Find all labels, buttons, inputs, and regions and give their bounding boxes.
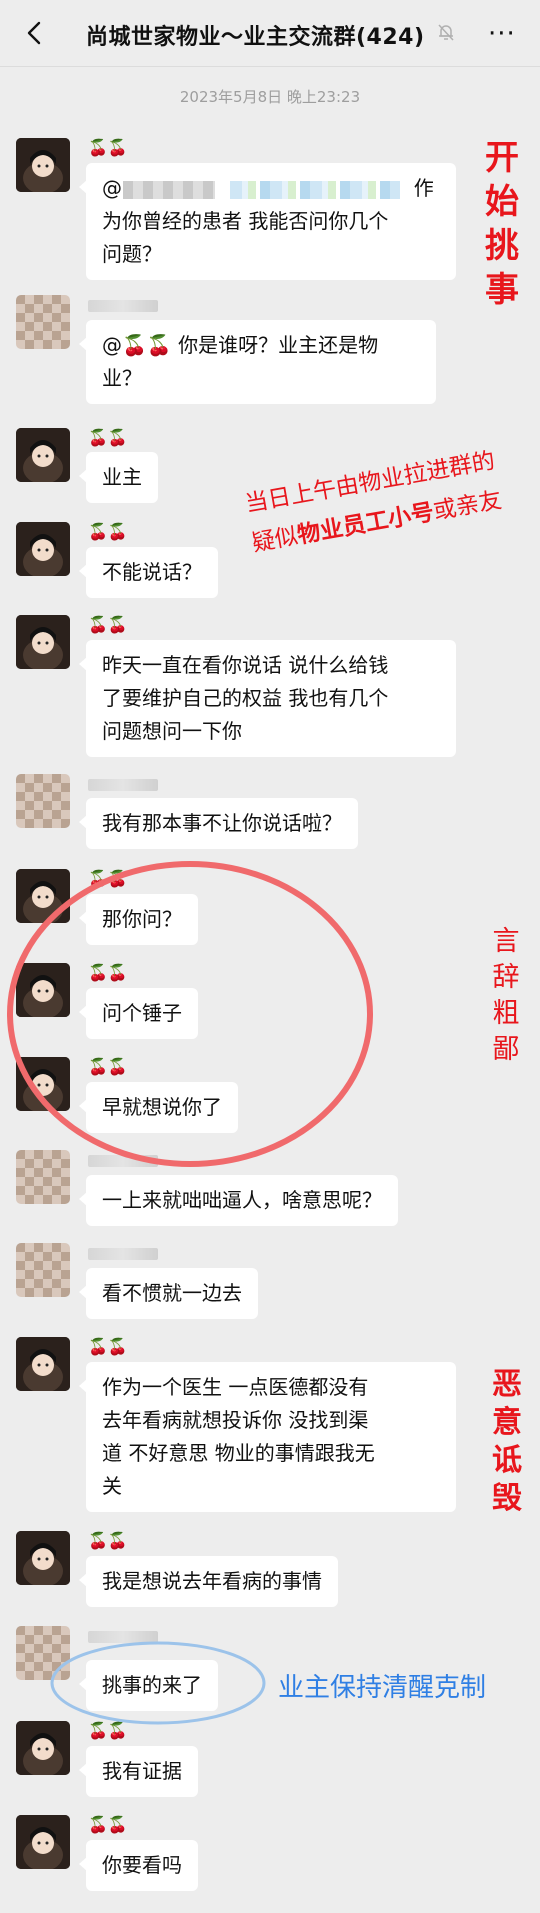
message-bubble[interactable]: 我是想说去年看病的事情 [79, 1556, 338, 1607]
avatar[interactable] [16, 1243, 70, 1297]
avatar[interactable] [16, 1057, 70, 1111]
annotation-start-trouble: 开 始 挑 事 [485, 138, 519, 310]
message-bubble[interactable]: 作为一个医生 一点医德都没有 去年看病就想投诉你 没找到渠 道 不好意思 物业的… [79, 1362, 456, 1512]
annotation-calm: 业主保持清醒克制 [278, 1673, 487, 1703]
girl-avatar-icon [16, 1337, 70, 1391]
message-bubble[interactable]: 看不惯就一边去 [79, 1268, 258, 1319]
sender-nickname: 🍒🍒 [88, 869, 128, 888]
sender-nickname [88, 300, 158, 312]
more-options-icon[interactable]: ··· [488, 21, 516, 47]
girl-avatar-icon [16, 428, 70, 482]
message-bubble[interactable]: @🍒🍒 你是谁呀？业主还是物 业？ [79, 320, 436, 404]
avatar[interactable] [16, 1815, 70, 1869]
avatar[interactable] [16, 522, 70, 576]
message-bubble[interactable]: 你要看吗 [79, 1840, 198, 1891]
sender-nickname [88, 779, 158, 791]
sender-nickname: 🍒🍒 [88, 522, 128, 541]
sender-nickname [88, 1155, 158, 1167]
chevron-left-icon[interactable] [22, 20, 48, 46]
message-bubble[interactable]: 昨天一直在看你说话 说什么给钱 了要维护自己的权益 我也有几个 问题想问一下你 [79, 640, 456, 757]
girl-avatar-icon [16, 1815, 70, 1869]
sender-nickname: 🍒🍒 [88, 1815, 128, 1834]
sender-nickname: 🍒🍒 [88, 1337, 128, 1356]
sender-nickname: 🍒🍒 [88, 1057, 128, 1076]
avatar[interactable] [16, 1721, 70, 1775]
girl-avatar-icon [16, 138, 70, 192]
sender-nickname: 🍒🍒 [88, 138, 128, 157]
avatar[interactable] [16, 1626, 70, 1680]
message-bubble[interactable]: 挑事的来了 [79, 1660, 218, 1711]
avatar[interactable] [16, 1337, 70, 1391]
message-bubble[interactable]: @ 作 为你曾经的患者 我能否问你几个 问题？ [79, 163, 456, 280]
avatar[interactable] [16, 963, 70, 1017]
annotation-slander: 恶 意 诋 毁 [492, 1367, 522, 1516]
avatar[interactable] [16, 869, 70, 923]
sender-nickname: 🍒🍒 [88, 963, 128, 982]
message-timestamp: 2023年5月8日 晚上23:23 [179, 88, 361, 106]
sender-nickname: 🍒🍒 [88, 615, 128, 634]
bell-muted-icon [438, 24, 454, 41]
message-bubble[interactable]: 不能说话？ [79, 547, 218, 598]
avatar[interactable] [16, 1150, 70, 1204]
girl-avatar-icon [16, 963, 70, 1017]
chat-title: 尚城世家物业～业主交流群(424) [86, 25, 425, 50]
sender-nickname: 🍒🍒 [88, 1721, 128, 1740]
sender-nickname [88, 1248, 158, 1260]
girl-avatar-icon [16, 522, 70, 576]
redacted-mention [230, 180, 400, 199]
avatar[interactable] [16, 138, 70, 192]
sender-nickname: 🍒🍒 [88, 1531, 128, 1550]
avatar[interactable] [16, 1531, 70, 1585]
girl-avatar-icon [16, 615, 70, 669]
message-bubble[interactable]: 我有证据 [79, 1746, 198, 1797]
girl-avatar-icon [16, 869, 70, 923]
redacted-mention [123, 180, 215, 199]
annotation-crude: 言 辞 粗 鄙 [492, 926, 520, 1065]
message-bubble[interactable]: 我有那本事不让你说话啦？ [79, 798, 358, 849]
sender-nickname: 🍒🍒 [88, 428, 128, 447]
message-bubble[interactable]: 一上来就咄咄逼人，啥意思呢？ [79, 1175, 398, 1226]
chat-header: 尚城世家物业～业主交流群(424) ··· [0, 0, 540, 67]
avatar[interactable] [16, 774, 70, 828]
message-bubble[interactable]: 问个锤子 [79, 988, 198, 1039]
avatar[interactable] [16, 428, 70, 482]
annotation-suspect: 当日上午由物业拉进群的 疑似物业员工小号或亲友 [243, 447, 504, 557]
message-bubble[interactable]: 那你问？ [79, 894, 198, 945]
girl-avatar-icon [16, 1531, 70, 1585]
sender-nickname [88, 1631, 158, 1643]
girl-avatar-icon [16, 1057, 70, 1111]
annotation-circles [7, 861, 373, 1725]
avatar[interactable] [16, 615, 70, 669]
avatar[interactable] [16, 295, 70, 349]
message-bubble[interactable]: 业主 [79, 452, 158, 503]
girl-avatar-icon [16, 1721, 70, 1775]
message-bubble[interactable]: 早就想说你了 [79, 1082, 238, 1133]
